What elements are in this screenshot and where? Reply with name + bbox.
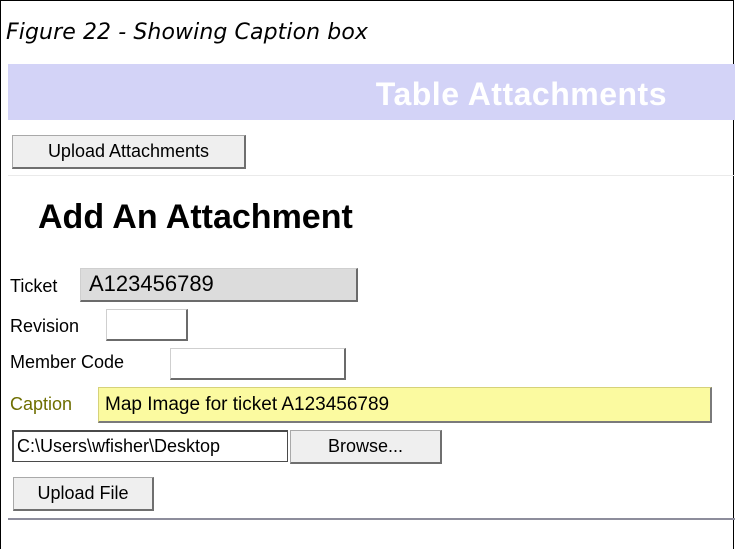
revision-label: Revision bbox=[10, 316, 80, 336]
banner-title: Table Attachments bbox=[375, 76, 667, 112]
member-code-field[interactable] bbox=[170, 348, 346, 380]
bottom-divider bbox=[8, 518, 735, 520]
page-title: Add An Attachment bbox=[38, 198, 353, 236]
revision-field[interactable] bbox=[106, 309, 188, 341]
file-path-field[interactable]: C:\Users\wfisher\Desktop bbox=[12, 430, 288, 462]
page-banner: Table Attachments bbox=[8, 64, 735, 120]
upload-file-button[interactable]: Upload File bbox=[13, 477, 154, 511]
caption-label: Caption bbox=[10, 394, 73, 414]
upload-attachments-button[interactable]: Upload Attachments bbox=[12, 135, 246, 169]
divider bbox=[8, 175, 735, 176]
ticket-field[interactable]: A123456789 bbox=[80, 268, 358, 302]
member-code-label: Member Code bbox=[10, 352, 125, 372]
figure-caption: Figure 22 - Showing Caption box bbox=[6, 20, 369, 45]
browse-button[interactable]: Browse... bbox=[290, 430, 442, 464]
ticket-label: Ticket bbox=[10, 276, 58, 296]
caption-field[interactable]: Map Image for ticket A123456789 bbox=[98, 387, 712, 423]
